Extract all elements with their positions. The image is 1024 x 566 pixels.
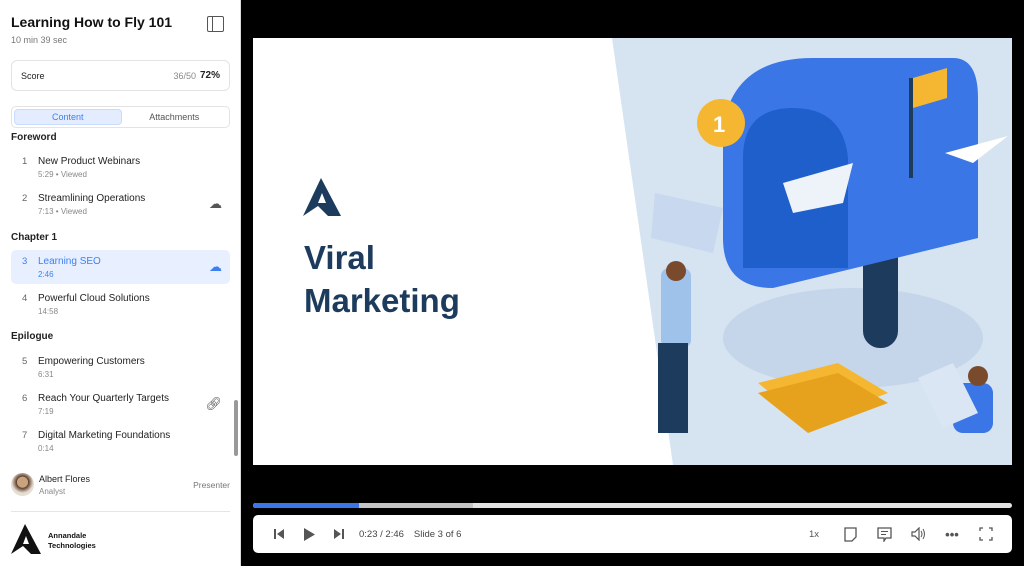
course-title: Learning How to Fly 101 bbox=[11, 14, 173, 30]
score-fraction: 36/50 bbox=[173, 70, 196, 81]
item-name: Empowering Customers bbox=[38, 356, 145, 367]
link-icon[interactable]: 🔗︎ bbox=[205, 396, 222, 412]
course-duration: 10 min 39 sec bbox=[11, 35, 68, 45]
list-item[interactable]: 2 Streamlining Operations 7:13 • Viewed … bbox=[11, 187, 230, 221]
section-title: Epilogue bbox=[11, 331, 54, 342]
sidebar: Learning How to Fly 101 10 min 39 sec Sc… bbox=[0, 0, 241, 566]
play-icon[interactable] bbox=[301, 527, 317, 541]
item-name: Digital Marketing Foundations bbox=[38, 430, 171, 441]
item-number: 7 bbox=[22, 430, 28, 441]
slide-title: Viral Marketing bbox=[304, 236, 460, 322]
item-meta: 6:31 bbox=[38, 370, 54, 379]
item-number: 1 bbox=[22, 156, 28, 167]
brand-logo: Annandale Technologies bbox=[11, 524, 96, 559]
item-number: 5 bbox=[22, 356, 28, 367]
item-number: 4 bbox=[22, 293, 28, 304]
progress-played bbox=[253, 503, 359, 508]
sidebar-toggle-icon[interactable] bbox=[207, 16, 224, 32]
list-item[interactable]: 1 New Product Webinars 5:29 • Viewed bbox=[11, 150, 230, 184]
speed-button[interactable]: 1x bbox=[804, 529, 824, 540]
score-percent: 72% bbox=[199, 70, 220, 81]
item-meta: 7:13 • Viewed bbox=[38, 207, 87, 216]
fullscreen-icon[interactable] bbox=[978, 527, 994, 541]
slide-counter: Slide 3 of 6 bbox=[413, 528, 462, 540]
next-icon[interactable] bbox=[331, 528, 347, 540]
item-meta: 2:46 bbox=[38, 270, 54, 279]
brand-line1: Annandale bbox=[48, 531, 87, 540]
more-icon[interactable]: ••• bbox=[944, 527, 960, 542]
score-label: Score bbox=[21, 70, 45, 81]
brand-line2: Technologies bbox=[48, 541, 96, 550]
item-meta: 5:29 • Viewed bbox=[38, 170, 87, 179]
avatar bbox=[11, 473, 34, 496]
item-name: Streamlining Operations bbox=[38, 193, 146, 204]
presenter-name: Albert Flores bbox=[39, 474, 91, 484]
section-title: Chapter 1 bbox=[11, 232, 58, 243]
divider bbox=[11, 511, 230, 512]
list-item[interactable]: 5 Empowering Customers 6:31 bbox=[11, 350, 230, 384]
note-icon[interactable] bbox=[842, 526, 858, 542]
previous-icon[interactable] bbox=[271, 528, 287, 540]
list-item-active[interactable]: 3 Learning SEO 2:46 ☁ bbox=[11, 250, 230, 284]
tab-attachments[interactable]: Attachments bbox=[122, 109, 228, 125]
transcript-icon[interactable] bbox=[876, 526, 892, 542]
slide-title-line2: Marketing bbox=[304, 282, 460, 319]
tab-content[interactable]: Content bbox=[14, 109, 122, 125]
slide: 1 Viral Marketing bbox=[253, 38, 1012, 465]
cloud-download-icon[interactable]: ☁ bbox=[209, 196, 222, 212]
item-name: Reach Your Quarterly Targets bbox=[38, 393, 170, 404]
presenter-label: Presenter bbox=[193, 480, 230, 490]
item-meta: 14:58 bbox=[38, 307, 59, 316]
logo-icon bbox=[11, 524, 41, 554]
item-name: Learning SEO bbox=[38, 256, 101, 267]
section-title: Foreword bbox=[11, 132, 57, 143]
item-name: New Product Webinars bbox=[38, 156, 141, 167]
item-number: 2 bbox=[22, 193, 28, 204]
item-name: Powerful Cloud Solutions bbox=[38, 293, 150, 304]
presenter-role: Analyst bbox=[39, 487, 66, 496]
badge-number: 1 bbox=[713, 112, 725, 137]
tabs: Content Attachments bbox=[11, 106, 230, 128]
volume-icon[interactable] bbox=[910, 527, 926, 541]
item-meta: 7:19 bbox=[38, 407, 54, 416]
slide-logo-icon bbox=[303, 178, 341, 216]
player-controls: 0:23 / 2:46 Slide 3 of 6 1x ••• bbox=[253, 515, 1012, 553]
item-meta: 0:14 bbox=[38, 444, 54, 453]
item-number: 3 bbox=[22, 256, 28, 267]
time-readout: 0:23 / 2:46 bbox=[359, 528, 404, 540]
slide-title-line1: Viral bbox=[304, 239, 375, 276]
score-card: Score 36/50 72% bbox=[11, 60, 230, 91]
list-item[interactable]: 6 Reach Your Quarterly Targets 7:19 🔗︎ bbox=[11, 387, 230, 421]
progress-bar[interactable] bbox=[253, 503, 1012, 508]
list-item[interactable]: 4 Powerful Cloud Solutions 14:58 bbox=[11, 287, 230, 321]
presenter: Albert Flores Analyst Presenter bbox=[11, 472, 230, 500]
cloud-download-icon[interactable]: ☁ bbox=[209, 259, 222, 275]
list-item[interactable]: 7 Digital Marketing Foundations 0:14 bbox=[11, 424, 230, 458]
item-number: 6 bbox=[22, 393, 28, 404]
scrollbar[interactable] bbox=[234, 400, 238, 456]
